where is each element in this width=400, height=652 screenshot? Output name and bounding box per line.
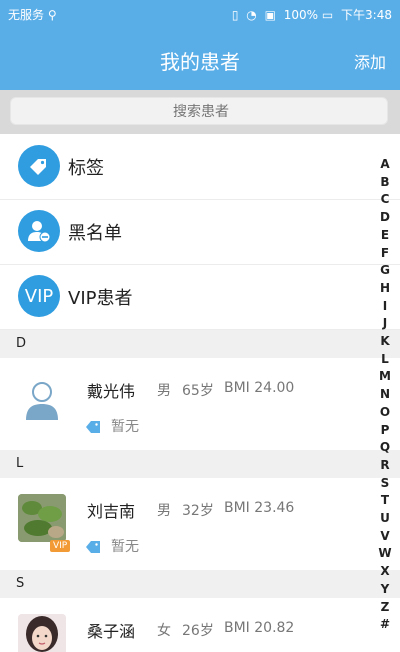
menu-item-tags[interactable]: 标签 — [0, 134, 400, 200]
menu-item-vip[interactable]: VIP VIP患者 — [0, 264, 400, 330]
battery-percent: 100% — [283, 8, 319, 22]
patient-row[interactable]: 戴光伟 男 65岁 BMI 24.00 暂无 — [0, 358, 400, 450]
index-letter[interactable]: F — [378, 245, 392, 263]
index-letter[interactable]: Y — [378, 581, 392, 599]
section-header-s: S — [0, 570, 400, 598]
vip-badge: VIP — [50, 540, 71, 552]
index-letter[interactable]: O — [378, 404, 392, 422]
status-bar: 无服务 ⚲ ▯ ◔ ▣ 100% ▭ 下午3:48 — [0, 0, 400, 28]
menu-item-label: VIP患者 — [68, 288, 133, 309]
index-letter[interactable]: T — [378, 492, 392, 510]
patient-age: 26岁 — [182, 623, 214, 639]
patient-age: 32岁 — [182, 503, 214, 519]
index-letter[interactable]: # — [378, 616, 392, 634]
index-letter[interactable]: M — [378, 368, 392, 386]
patient-name: 戴光伟 — [87, 382, 136, 401]
patient-tag: 暂无 — [111, 419, 139, 435]
index-letter[interactable]: I — [378, 298, 392, 316]
index-letter[interactable]: W — [378, 545, 392, 563]
section-header-d: D — [0, 330, 400, 358]
patient-tag: 暂无 — [111, 539, 139, 555]
patient-row[interactable]: VIP 刘吉南 男 32岁 BMI 23.46 暂无 — [0, 478, 400, 570]
status-right: ▯ ◔ ▣ 100% ▭ 下午3:48 — [232, 6, 392, 23]
index-letter[interactable]: D — [378, 209, 392, 227]
section-letter: S — [16, 576, 25, 591]
alphabet-index[interactable]: A B C D E F G H I J K L M N O P Q R S T U V W X Y Z # — [378, 156, 392, 634]
index-letter[interactable]: Q — [378, 439, 392, 457]
search-bar — [0, 90, 400, 134]
patient-age: 65岁 — [182, 383, 214, 399]
index-letter[interactable]: V — [378, 528, 392, 546]
usb-icon: ⚲ — [47, 8, 57, 22]
index-letter[interactable]: E — [378, 227, 392, 245]
menu-item-label: 标签 — [68, 158, 104, 179]
patient-gender: 女 — [157, 623, 171, 639]
index-letter[interactable]: K — [378, 333, 392, 351]
index-letter[interactable]: J — [378, 315, 392, 333]
menu-item-label: 黑名单 — [68, 223, 122, 244]
vip-icon: VIP — [18, 275, 60, 317]
menu-item-blacklist[interactable]: 黑名单 — [0, 199, 400, 265]
index-letter[interactable]: S — [378, 475, 392, 493]
battery-icon: ▭ — [321, 8, 334, 22]
index-letter[interactable]: U — [378, 510, 392, 528]
carrier-label: 无服务 — [8, 8, 45, 22]
index-letter[interactable]: N — [378, 386, 392, 404]
default-person-avatar — [18, 374, 66, 422]
section-header-l: L — [0, 450, 400, 478]
patient-gender: 男 — [157, 503, 171, 519]
status-left: 无服务 ⚲ — [8, 6, 57, 23]
index-letter[interactable]: L — [378, 351, 392, 369]
index-letter[interactable]: C — [378, 191, 392, 209]
index-letter[interactable]: B — [378, 174, 392, 192]
plant-photo-avatar — [18, 494, 66, 542]
page-title: 我的患者 — [160, 50, 240, 74]
blacklist-user-icon — [18, 210, 60, 252]
index-letter[interactable]: Z — [378, 599, 392, 617]
small-tag-icon — [86, 421, 100, 433]
section-letter: L — [16, 456, 24, 471]
patient-name: 桑子涵 — [87, 622, 136, 641]
patient-row[interactable]: 桑子涵 女 26岁 BMI 20.82 — [0, 598, 400, 652]
patient-name: 刘吉南 — [87, 502, 136, 521]
small-tag-icon — [86, 541, 100, 553]
index-letter[interactable]: X — [378, 563, 392, 581]
sim-icon: ▣ — [264, 8, 276, 22]
patient-bmi: BMI 23.46 — [224, 500, 295, 516]
patient-bmi: BMI 24.00 — [224, 380, 295, 396]
vip-icon-text: VIP — [24, 285, 54, 307]
clock: 下午3:48 — [341, 8, 392, 22]
search-box[interactable] — [10, 97, 391, 126]
patient-gender: 男 — [157, 383, 171, 399]
index-letter[interactable]: G — [378, 262, 392, 280]
vibrate-icon: ▯ — [231, 8, 239, 22]
tag-icon — [18, 145, 60, 187]
index-letter[interactable]: P — [378, 422, 392, 440]
nav-bar: 我的患者 添加 — [0, 28, 400, 90]
index-letter[interactable]: R — [378, 457, 392, 475]
search-input[interactable] — [11, 98, 391, 126]
wifi-icon: ◔ — [246, 8, 257, 22]
girl-photo-avatar — [18, 614, 66, 652]
patient-bmi: BMI 20.82 — [224, 620, 295, 636]
index-letter[interactable]: A — [378, 156, 392, 174]
index-letter[interactable]: H — [378, 280, 392, 298]
section-letter: D — [16, 336, 27, 351]
add-button[interactable]: 添加 — [354, 49, 386, 73]
